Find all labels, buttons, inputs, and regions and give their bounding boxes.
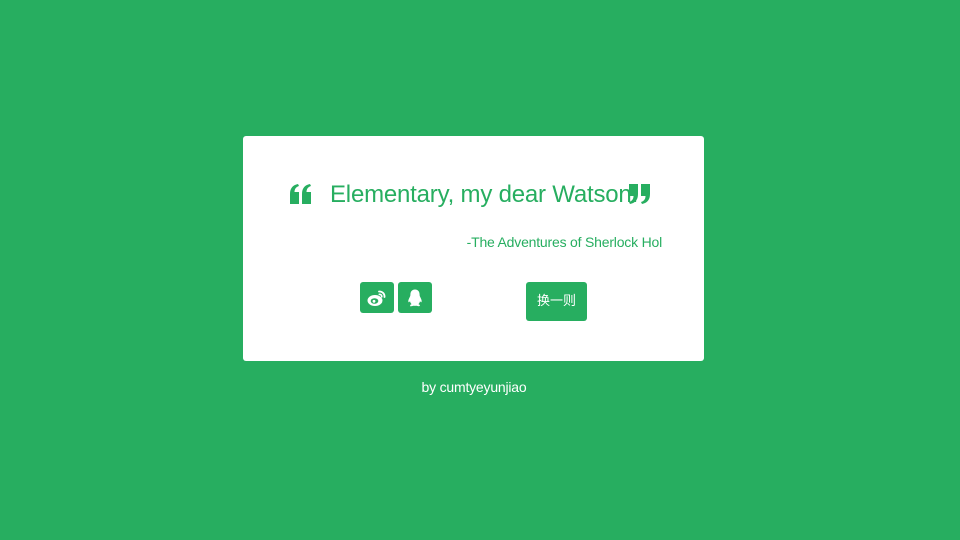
quote-text: Elementary, my dear Watson. bbox=[330, 181, 639, 208]
weibo-icon bbox=[367, 290, 386, 306]
quote-author: -The Adventures of Sherlock Hol bbox=[466, 234, 663, 250]
share-weibo-button[interactable] bbox=[360, 282, 394, 313]
new-quote-button[interactable]: 换一则 bbox=[526, 282, 587, 321]
share-qq-button[interactable] bbox=[398, 282, 432, 313]
quote-right-icon bbox=[629, 184, 650, 204]
quote-left-icon bbox=[290, 184, 311, 204]
footer-credit: by cumtyeyunjiao bbox=[421, 379, 527, 395]
qq-penguin-icon bbox=[408, 289, 422, 306]
